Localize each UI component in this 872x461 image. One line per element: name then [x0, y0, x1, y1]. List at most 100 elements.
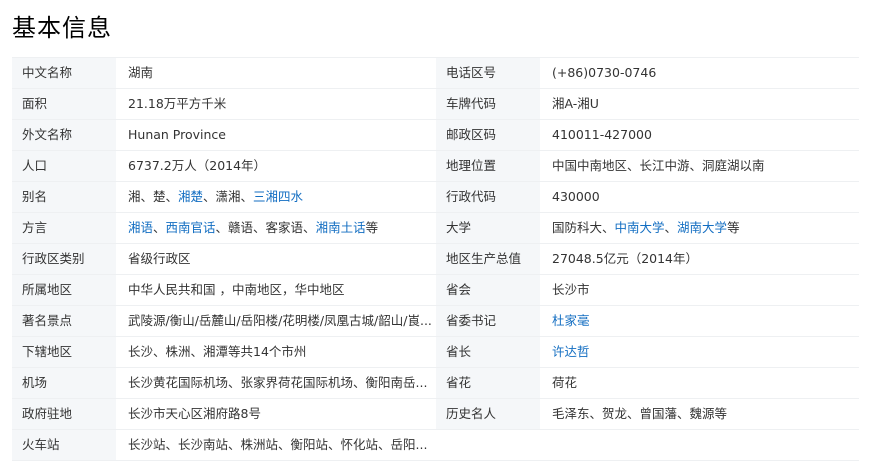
info-text: 、	[664, 220, 678, 235]
info-label: 中文名称	[12, 58, 116, 88]
info-label: 面积	[12, 89, 116, 119]
info-text: Hunan Province	[128, 127, 226, 142]
info-value: 长沙市天心区湘府路8号	[116, 399, 436, 429]
basic-info-table: 中文名称 湖南 电话区号 (+86)0730-0746 面积 21.18万平方千米 车牌代码…	[12, 57, 859, 461]
info-value: 湖南	[116, 58, 436, 88]
info-label: 邮政区码	[436, 120, 540, 150]
info-row: 著名景点 武陵源/衡山/岳麓山/岳阳楼/花明楼/凤凰古城/韶山/崀... 省委书记杜…	[12, 306, 859, 337]
info-text: 、	[153, 220, 166, 235]
info-row: 外文名称 Hunan Province 邮政区码 410011-427000	[12, 120, 859, 151]
info-row: 中文名称 湖南 电话区号 (+86)0730-0746	[12, 57, 859, 89]
info-text: 湘A-湘U	[552, 96, 599, 111]
info-value: 湘A-湘U	[540, 89, 859, 119]
info-value: 长沙黄花国际机场、张家界荷花国际机场、衡阳南岳...	[116, 368, 436, 398]
empty-cell	[436, 430, 859, 460]
info-link[interactable]: 中南大学	[615, 220, 665, 235]
info-label: 所属地区	[12, 275, 116, 305]
info-link[interactable]: 湘楚	[178, 189, 203, 204]
info-link[interactable]: 杜家毫	[552, 313, 590, 328]
info-row: 人口 6737.2万人（2014年） 地理位置 中国中南地区、长江中游、洞庭湖以南	[12, 151, 859, 182]
info-text: 中华人民共和国 ，中南地区，华中地区	[128, 282, 345, 297]
info-label: 方言	[12, 213, 116, 243]
info-label: 地理位置	[436, 151, 540, 181]
info-label: 下辖地区	[12, 337, 116, 367]
info-text: 中国中南地区、长江中游、洞庭湖以南	[552, 158, 765, 173]
info-value: 湘语、西南官话、赣语、客家语、湘南土话等	[116, 213, 436, 243]
info-row: 机场 长沙黄花国际机场、张家界荷花国际机场、衡阳南岳... 省花 荷花	[12, 368, 859, 399]
info-label: 地区生产总值	[436, 244, 540, 274]
info-label: 政府驻地	[12, 399, 116, 429]
info-label: 外文名称	[12, 120, 116, 150]
info-value: 长沙站、长沙南站、株洲站、衡阳站、怀化站、岳阳...	[116, 430, 436, 460]
info-text: 、赣语、客家语、	[215, 220, 316, 235]
section-title: 基本信息	[12, 14, 112, 42]
info-value: (+86)0730-0746	[540, 58, 859, 88]
info-text: 6737.2万人（2014年）	[128, 158, 267, 173]
info-row: 行政区类别 省级行政区 地区生产总值 27048.5亿元（2014年）	[12, 244, 859, 275]
info-value: 毛泽东、贺龙、曾国藩、魏源等	[540, 399, 859, 429]
info-value: 国防科大、中南大学、湖南大学等	[540, 213, 859, 243]
info-label: 历史名人	[436, 399, 540, 429]
info-label: 车牌代码	[436, 89, 540, 119]
info-link[interactable]: 湘南土话	[316, 220, 366, 235]
info-text: 27048.5亿元（2014年）	[552, 251, 699, 266]
info-label: 别名	[12, 182, 116, 212]
info-row: 方言 湘语、西南官话、赣语、客家语、湘南土话等 大学 国防科大、中南大学、湖南大学等	[12, 213, 859, 244]
info-text: 湖南	[128, 65, 154, 80]
info-label: 省长	[436, 337, 540, 367]
info-label: 省会	[436, 275, 540, 305]
info-link[interactable]: 湖南大学	[677, 220, 727, 235]
info-text: 430000	[552, 189, 600, 204]
info-label: 大学	[436, 213, 540, 243]
info-label: 人口	[12, 151, 116, 181]
info-row: 所属地区 中华人民共和国 ，中南地区，华中地区 省会 长沙市	[12, 275, 859, 306]
info-value: 长沙、株洲、湘潭等共14个市州	[116, 337, 436, 367]
info-row: 政府驻地 长沙市天心区湘府路8号 历史名人 毛泽东、贺龙、曾国藩、魏源等	[12, 399, 859, 430]
info-text: 国防科大、	[552, 220, 615, 235]
info-value: 中华人民共和国 ，中南地区，华中地区	[116, 275, 436, 305]
info-value: 430000	[540, 182, 859, 212]
info-row: 火车站 长沙站、长沙南站、株洲站、衡阳站、怀化站、岳阳...	[12, 430, 859, 461]
info-label: 火车站	[12, 430, 116, 460]
info-label: 省花	[436, 368, 540, 398]
info-text: 荷花	[552, 375, 578, 390]
info-text: 毛泽东、贺龙、曾国藩、魏源等	[552, 406, 728, 421]
info-value: 27048.5亿元（2014年）	[540, 244, 859, 274]
info-text: 长沙市	[552, 282, 590, 297]
info-value: 410011-427000	[540, 120, 859, 150]
info-text: 长沙黄花国际机场、张家界荷花国际机场、衡阳南岳...	[128, 375, 428, 390]
info-link[interactable]: 湘语	[128, 220, 153, 235]
info-value: 省级行政区	[116, 244, 436, 274]
info-link[interactable]: 西南官话	[166, 220, 216, 235]
info-text: 410011-427000	[552, 127, 652, 142]
info-label: 著名景点	[12, 306, 116, 336]
info-label: 电话区号	[436, 58, 540, 88]
info-value: 21.18万平方千米	[116, 89, 436, 119]
info-row: 下辖地区 长沙、株洲、湘潭等共14个市州 省长 许达哲	[12, 337, 859, 368]
info-link[interactable]: 许达哲	[552, 344, 590, 359]
info-value: 许达哲	[540, 337, 859, 367]
info-text: 21.18万平方千米	[128, 96, 227, 111]
info-value: 湘、楚、湘楚、潇湘、三湘四水	[116, 182, 436, 212]
info-link[interactable]: 三湘四水	[253, 189, 303, 204]
info-row: 别名 湘、楚、湘楚、潇湘、三湘四水 行政代码 430000	[12, 182, 859, 213]
info-value: 长沙市	[540, 275, 859, 305]
info-text: 长沙站、长沙南站、株洲站、衡阳站、怀化站、岳阳...	[128, 437, 428, 452]
info-text: 等	[727, 220, 740, 235]
info-text: 、潇湘、	[203, 189, 254, 204]
info-text: 长沙、株洲、湘潭等共14个市州	[128, 344, 307, 359]
info-row: 面积 21.18万平方千米 车牌代码 湘A-湘U	[12, 89, 859, 120]
info-text: 等	[365, 220, 379, 235]
info-label: 行政代码	[436, 182, 540, 212]
info-value: 杜家毫	[540, 306, 859, 336]
info-label: 省委书记	[436, 306, 540, 336]
info-value: 中国中南地区、长江中游、洞庭湖以南	[540, 151, 859, 181]
info-value: 6737.2万人（2014年）	[116, 151, 436, 181]
info-text: 武陵源/衡山/岳麓山/岳阳楼/花明楼/凤凰古城/韶山/崀...	[128, 313, 432, 328]
info-text: 长沙市天心区湘府路8号	[128, 406, 261, 421]
info-text: 省级行政区	[128, 251, 191, 266]
info-text: 湘、楚、	[128, 189, 179, 204]
info-label: 行政区类别	[12, 244, 116, 274]
info-text: (+86)0730-0746	[552, 65, 657, 80]
info-value: 武陵源/衡山/岳麓山/岳阳楼/花明楼/凤凰古城/韶山/崀...	[116, 306, 436, 336]
